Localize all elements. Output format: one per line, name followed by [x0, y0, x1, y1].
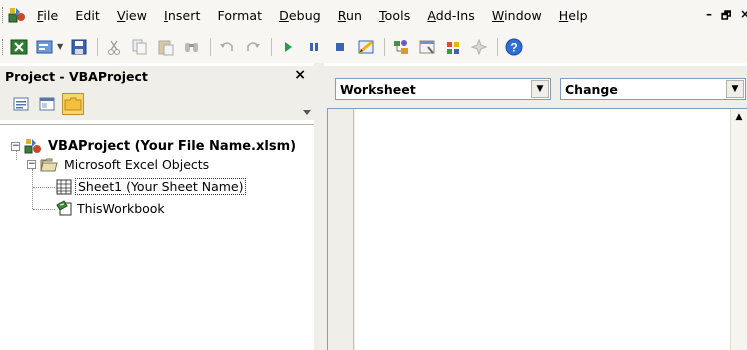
vba-app-icon[interactable]: [7, 5, 27, 25]
tree-connector: [33, 209, 55, 210]
copy-icon[interactable]: [130, 37, 150, 57]
toggle-folders-icon[interactable]: [62, 93, 84, 115]
tree-node-label: ThisWorkbook: [77, 200, 165, 216]
toolbar-separator: [384, 37, 386, 56]
menu-tools[interactable]: Tools: [379, 8, 410, 23]
tree-node-label: Sheet1 (Your Sheet Name): [75, 178, 247, 195]
code-window: Worksheet ▼ Change ▼ ▲: [324, 66, 747, 350]
chevron-down-icon[interactable]: ▼: [531, 80, 549, 98]
tree-node-excel-objects[interactable]: − Microsoft Excel Objects: [27, 157, 211, 172]
view-object-icon[interactable]: [36, 93, 58, 115]
menu-grip[interactable]: [2, 7, 5, 23]
object-combo[interactable]: Worksheet ▼: [335, 78, 551, 100]
paste-icon[interactable]: [156, 37, 176, 57]
toolbox-icon[interactable]: [469, 37, 489, 57]
open-folder-icon: [40, 158, 58, 171]
project-explorer-icon[interactable]: [391, 37, 411, 57]
scroll-up-icon[interactable]: ▲: [731, 109, 747, 125]
menu-file[interactable]: File: [37, 8, 58, 23]
panel-splitter[interactable]: [314, 63, 324, 350]
tree-connector: [32, 169, 33, 209]
help-icon[interactable]: ?: [504, 37, 524, 57]
tree-node-thisworkbook[interactable]: ThisWorkbook: [56, 200, 167, 216]
code-frame: ▲: [327, 108, 747, 350]
reset-icon[interactable]: [330, 37, 350, 57]
toolbar-overflow-arrow[interactable]: [303, 110, 311, 116]
insert-module-icon[interactable]: [35, 37, 55, 57]
menu-debug[interactable]: Debug: [279, 8, 321, 23]
standard-toolbar: ▼ ?: [0, 30, 747, 63]
menu-run[interactable]: Run: [338, 8, 362, 23]
close-window-button[interactable]: ×: [740, 7, 747, 21]
project-explorer-toolbar: [0, 88, 314, 120]
view-code-icon[interactable]: [10, 93, 32, 115]
toolbar-separator: [210, 37, 212, 56]
project-explorer-header: Project - VBAProject ×: [0, 66, 314, 88]
save-icon[interactable]: [69, 37, 89, 57]
object-browser-icon[interactable]: [443, 37, 463, 57]
menu-help[interactable]: Help: [559, 8, 588, 23]
project-tree: − VBAProject (Your File Name.xlsm) − Mic…: [0, 124, 314, 350]
cut-icon[interactable]: [104, 37, 124, 57]
undo-icon[interactable]: [217, 37, 237, 57]
menu-window[interactable]: Window: [492, 8, 542, 23]
vbaproject-icon: [24, 139, 41, 154]
menu-format[interactable]: Format: [217, 8, 262, 23]
project-explorer-title: Project - VBAProject: [5, 69, 148, 84]
menu-view[interactable]: View: [117, 8, 147, 23]
toolbar-separator: [497, 37, 499, 56]
redo-icon[interactable]: [243, 37, 263, 57]
run-icon[interactable]: [278, 37, 298, 57]
break-icon[interactable]: [304, 37, 324, 57]
view-excel-icon[interactable]: [9, 37, 29, 57]
worksheet-icon: [56, 179, 72, 194]
properties-icon[interactable]: [417, 37, 437, 57]
toolbar-grip[interactable]: [2, 38, 5, 55]
tree-node-label: Microsoft Excel Objects: [64, 157, 210, 172]
toolbar-separator: [97, 37, 99, 56]
collapse-toggle[interactable]: −: [11, 141, 20, 151]
project-explorer-close-button[interactable]: ×: [294, 67, 306, 83]
find-icon[interactable]: [182, 37, 202, 57]
code-margin-indicator-bar[interactable]: [328, 109, 354, 350]
procedure-combo-value: Change: [565, 82, 618, 97]
chevron-down-icon[interactable]: ▼: [726, 80, 744, 98]
menu-insert[interactable]: Insert: [164, 8, 200, 23]
tree-connector: [33, 187, 55, 188]
tree-node-sheet1[interactable]: Sheet1 (Your Sheet Name): [56, 178, 247, 195]
tree-node-vbaproject[interactable]: − VBAProject (Your File Name.xlsm): [11, 137, 298, 155]
minimize-button[interactable]: –: [706, 7, 712, 21]
insert-dropdown-arrow[interactable]: ▼: [57, 42, 63, 51]
menu-bar: File Edit View Insert Format Debug Run T…: [0, 0, 747, 30]
workbook-icon: [56, 200, 72, 216]
code-editor[interactable]: ▲: [355, 109, 747, 350]
restore-button[interactable]: 🗗: [721, 7, 731, 26]
design-mode-icon[interactable]: [356, 37, 376, 57]
object-combo-value: Worksheet: [340, 82, 416, 97]
menu-edit[interactable]: Edit: [75, 8, 100, 23]
collapse-toggle[interactable]: −: [27, 160, 36, 169]
toolbar-separator: [271, 37, 273, 56]
procedure-combo[interactable]: Change ▼: [560, 78, 746, 100]
menu-add-ins[interactable]: Add-Ins: [427, 8, 475, 23]
svg-text:?: ?: [510, 40, 517, 54]
vertical-scrollbar[interactable]: ▲: [730, 109, 747, 350]
tree-node-label: VBAProject (Your File Name.xlsm): [48, 138, 297, 154]
